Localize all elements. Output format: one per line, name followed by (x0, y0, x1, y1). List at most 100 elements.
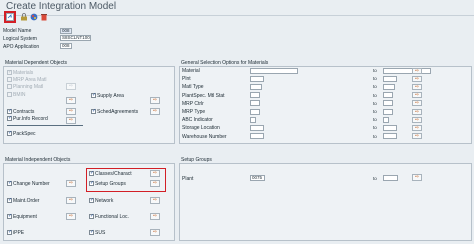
model-name-field[interactable]: 008 (60, 28, 72, 34)
gso-row-to-field[interactable] (383, 133, 397, 140)
gso-row-from-field[interactable] (250, 100, 260, 107)
pur-info-record-checkbox[interactable]: ✓ (7, 116, 12, 121)
gso-group (179, 66, 472, 144)
gso-row-from-field[interactable] (250, 133, 264, 140)
gso-row-from-field[interactable] (250, 108, 260, 115)
plant-to-field[interactable] (383, 175, 398, 181)
gso-row-from-field[interactable] (250, 75, 264, 82)
supply-area-checkbox[interactable]: ✓ (91, 93, 96, 98)
gso-row-multisel-button[interactable]: ⇨ (412, 133, 422, 140)
delete-icon[interactable] (39, 12, 49, 22)
gso-row-to-label: to (373, 84, 377, 90)
gso-row-from-field[interactable] (250, 124, 264, 131)
gso-row-to-field[interactable] (383, 108, 393, 115)
gso-row-multisel-button[interactable]: ⇨ (412, 83, 422, 90)
palette-icon[interactable] (29, 12, 39, 22)
classes-charact-checkbox[interactable]: ✓ (89, 171, 94, 176)
title-divider (0, 15, 474, 16)
equipment-label: Equipment (13, 214, 37, 220)
window-title: Create Integration Model (6, 1, 117, 12)
functional-loc-multisel-button[interactable]: ⇨ (150, 213, 160, 220)
gso-row-to-label: to (373, 117, 377, 123)
packspec-checkbox[interactable]: ✓ (7, 131, 12, 136)
maint-order-multisel-button[interactable]: ⇨ (66, 197, 76, 204)
gso-row-multisel-button[interactable]: ⇨ (412, 116, 422, 123)
gso-row-label: Storage Location (182, 125, 220, 132)
apo-application-field[interactable]: 008 (60, 43, 72, 49)
gso-row-to-field[interactable] (383, 100, 393, 107)
sus-label: SUS (95, 230, 106, 236)
gso-row-to-label: to (373, 68, 377, 73)
equipment-multisel-button[interactable]: ⇨ (66, 213, 76, 220)
ippe-checkbox[interactable]: ✓ (7, 230, 12, 235)
maint-order-checkbox[interactable]: ✓ (7, 198, 12, 203)
gso-row-multisel-button[interactable]: ⇨ (412, 108, 422, 115)
contracts-label: Contracts (13, 109, 35, 115)
gso-row-to-field[interactable] (383, 67, 431, 74)
classes-charact-label: Classes/Charact (95, 171, 132, 177)
sched-agreements-checkbox[interactable]: ✓ (91, 109, 96, 114)
change-number-checkbox[interactable]: ✓ (7, 181, 12, 186)
gso-row-multisel-button[interactable]: ⇨ (412, 124, 422, 131)
change-number-multisel-button[interactable]: ⇨ (66, 180, 76, 187)
functional-loc-label: Functional Loc. (95, 214, 129, 220)
gso-row-to-field[interactable] (383, 116, 389, 123)
setup-groups-label: Setup Groups (95, 181, 126, 187)
change-number-label: Change Number (13, 181, 50, 187)
gso-row-to-label: to (373, 125, 377, 131)
mrp-area-matl-checkbox[interactable] (7, 77, 12, 82)
logical-system-field[interactable]: S8SCLNT100 (60, 35, 91, 41)
gso-row-from-field[interactable] (250, 116, 256, 123)
execute-icon (6, 13, 14, 21)
gso-row-from-field[interactable] (250, 83, 262, 90)
gso-row-to-field[interactable] (383, 83, 395, 90)
sched-agreements-multisel-button[interactable]: ⇨ (150, 108, 160, 115)
network-multisel-button[interactable]: ⇨ (150, 197, 160, 204)
plant-multisel-button[interactable]: ⇨ (412, 174, 422, 181)
sus-multisel-button[interactable]: ⇨ (150, 229, 160, 236)
gso-row-label: Material (182, 68, 200, 74)
network-checkbox[interactable]: ✓ (89, 198, 94, 203)
pur-info-record-multisel-button[interactable]: ⇨ (66, 117, 76, 124)
classes-charact-multisel-button[interactable]: ⇨ (150, 170, 160, 177)
gso-row-from-field[interactable] (250, 67, 298, 74)
materials-checkbox[interactable]: ✓ (7, 70, 12, 75)
bmin-label: BMIN (13, 92, 26, 98)
setup-groups-multisel-button[interactable]: ⇨ (150, 180, 160, 187)
sus-checkbox[interactable]: ✓ (89, 230, 94, 235)
setup-groups-checkbox[interactable]: ✓ (89, 181, 94, 186)
gso-row-to-field[interactable] (383, 92, 393, 99)
gso-row-to-label: to (373, 133, 377, 139)
contracts-multisel-button[interactable]: ⇨ (66, 108, 76, 115)
gso-row-label: PlantSpec. Mtl Stat (182, 92, 225, 99)
gso-row-from-field[interactable] (250, 92, 260, 99)
plant-to-label: to (373, 176, 377, 181)
setup-groups-group (179, 163, 472, 241)
gso-row-to-field[interactable] (383, 75, 397, 82)
gso-row-multisel-button[interactable]: ⇨ (412, 92, 422, 99)
gso-row-to-field[interactable] (383, 124, 397, 131)
planning-matl-label: Planning Matl (13, 84, 44, 90)
execute-button[interactable] (5, 12, 15, 22)
gso-row-label: Matl Type (182, 84, 204, 91)
supply-area-multisel-button[interactable]: ⇨ (150, 97, 160, 104)
gso-row-multisel-button[interactable]: ⇨ (412, 75, 422, 82)
mdo-separator (7, 125, 83, 126)
planning-matl-multisel-button[interactable]: ⇨ (66, 83, 76, 90)
plant-from-field[interactable]: 0075 (250, 175, 265, 181)
sched-agreements-label: SchedAgreements (97, 109, 139, 115)
materials-label: Materials (13, 70, 34, 76)
ippe-label: iPPE (13, 230, 25, 236)
equipment-checkbox[interactable]: ✓ (7, 214, 12, 219)
gso-row-multisel-button[interactable]: ⇨ (412, 100, 422, 107)
gso-row-label: MRP Type (182, 109, 206, 115)
gso-row-label: Warehouse Number (182, 133, 227, 140)
functional-loc-checkbox[interactable]: ✓ (89, 214, 94, 219)
bmin-multisel-button[interactable]: ⇨ (66, 97, 76, 104)
gso-row-to-label: to (373, 100, 377, 106)
planning-matl-checkbox[interactable] (7, 84, 12, 89)
lock-icon[interactable] (19, 12, 29, 22)
contracts-checkbox[interactable]: ✓ (7, 109, 12, 114)
gso-row-multisel-button[interactable]: ⇨ (412, 67, 422, 74)
bmin-checkbox[interactable] (7, 92, 12, 97)
